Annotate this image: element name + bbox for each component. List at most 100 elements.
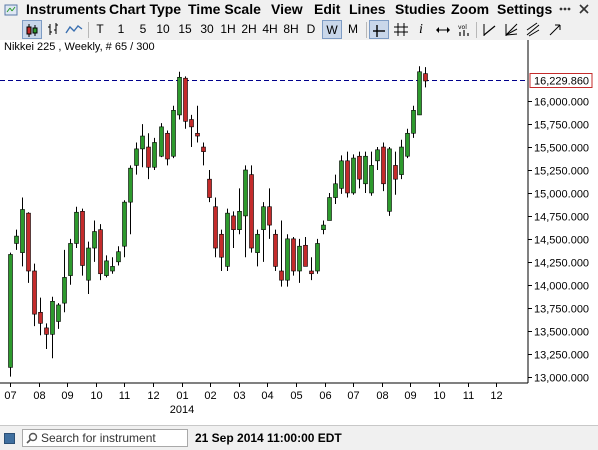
candle-body — [333, 183, 338, 198]
candle-body — [219, 233, 224, 258]
candle-body — [26, 212, 31, 272]
candle-body — [152, 142, 157, 168]
y-tick-label: 15,000.000 — [534, 189, 589, 201]
menu-studies[interactable]: Studies — [395, 1, 446, 18]
main-toolbar: Instruments Chart Type Time Scale View E… — [0, 0, 598, 41]
scroll-icon[interactable] — [434, 20, 452, 39]
timeframe-2h[interactable]: 2H — [239, 20, 259, 39]
candle-body — [321, 224, 326, 230]
volume-icon[interactable]: vol — [455, 20, 473, 39]
status-datetime: 21 Sep 2014 11:00:00 EDT — [195, 431, 342, 445]
menu-chart-type[interactable]: Chart Type — [109, 1, 181, 18]
menu-bar: Instruments Chart Type Time Scale View E… — [0, 0, 598, 20]
candle-body — [273, 233, 278, 267]
menu-zoom[interactable]: Zoom — [451, 1, 489, 18]
candle-body — [98, 229, 103, 275]
candle-body — [261, 206, 266, 230]
candle-body — [303, 244, 308, 267]
y-tick-label: 14,500.000 — [534, 235, 589, 247]
candle-body — [339, 160, 344, 189]
candle-body — [357, 155, 362, 180]
candle-body — [369, 165, 374, 194]
pitchfork-icon[interactable] — [524, 20, 542, 39]
x-tick-label: 05 — [290, 390, 302, 402]
x-tick-label: 08 — [376, 390, 388, 402]
x-tick-label: 12 — [147, 390, 159, 402]
x-tick-label: 11 — [463, 390, 474, 402]
text-icon[interactable]: i — [414, 20, 428, 39]
candle-body — [405, 132, 410, 157]
timeframe-15[interactable]: 15 — [175, 20, 195, 39]
candle-body — [315, 243, 320, 272]
candle-body — [309, 270, 314, 275]
candle-body — [128, 167, 133, 203]
timeframe-m[interactable]: M — [344, 20, 362, 39]
menu-view[interactable]: View — [271, 1, 303, 18]
timeframe-4h[interactable]: 4H — [260, 20, 280, 39]
candle-body — [393, 165, 398, 180]
x-tick-label: 01 — [176, 390, 188, 402]
candle-body — [279, 270, 284, 281]
timeframe-d[interactable]: D — [302, 20, 320, 39]
menu-time-scale[interactable]: Time Scale — [188, 1, 261, 18]
y-tick-label: 13,500.000 — [534, 327, 589, 339]
candle-body — [104, 260, 109, 276]
timeframe-10[interactable]: 10 — [153, 20, 173, 39]
menu-edit[interactable]: Edit — [314, 1, 340, 18]
candlestick-icon[interactable] — [22, 20, 42, 39]
search-input[interactable] — [41, 430, 181, 446]
candle-body — [165, 132, 170, 160]
y-tick-label: 15,750.000 — [534, 120, 589, 132]
candle-body — [68, 243, 73, 276]
candle-body — [140, 135, 145, 150]
y-tick-label: 14,750.000 — [534, 212, 589, 224]
status-bar: 21 Sep 2014 11:00:00 EDT — [0, 425, 598, 450]
timeframe-30[interactable]: 30 — [197, 20, 217, 39]
instrument-search[interactable] — [22, 429, 188, 447]
candle-body — [116, 251, 121, 263]
x-tick-label: 10 — [90, 390, 102, 402]
last-price-label: 16,229.860 — [534, 76, 589, 88]
y-tick-label: 13,250.000 — [534, 350, 589, 362]
candle-body — [351, 157, 356, 194]
menu-instruments[interactable]: Instruments — [26, 1, 106, 18]
timeframe-t[interactable]: T — [92, 20, 108, 39]
candle-body — [44, 327, 49, 335]
timeframe-1[interactable]: 1 — [114, 20, 128, 39]
bar-chart-icon[interactable] — [44, 20, 62, 39]
timeframe-5[interactable]: 5 — [136, 20, 150, 39]
y-tick-label: 16,000.000 — [534, 97, 589, 109]
candle-body — [177, 76, 182, 116]
candle-body — [267, 206, 272, 226]
candle-body — [14, 235, 19, 244]
y-tick-label: 13,000.000 — [534, 373, 589, 385]
chart-title: Nikkei 225 , Weekly, # 65 / 300 — [4, 41, 155, 53]
more-tools-icon[interactable] — [546, 20, 564, 39]
tool-bar: T 1 5 10 15 30 1H 2H 4H 8H D W M i vol — [0, 20, 598, 40]
more-icon[interactable] — [559, 3, 571, 18]
menu-lines[interactable]: Lines — [349, 1, 386, 18]
line-chart-icon[interactable] — [64, 20, 84, 39]
candlestick-chart[interactable]: 13,000.000 13,250.000 13,500.000 13,750.000… — [0, 40, 598, 425]
y-tick-label: 14,250.000 — [534, 258, 589, 270]
chart-area[interactable]: 13,000.000 13,250.000 13,500.000 13,750.000… — [0, 40, 598, 425]
y-tick-label: 15,500.000 — [534, 143, 589, 155]
x-tick-label: 11 — [119, 390, 130, 402]
candle-body — [32, 270, 37, 315]
y-tick-label: 13,750.000 — [534, 304, 589, 316]
close-icon[interactable] — [578, 3, 590, 18]
candle-body — [74, 211, 79, 244]
x-tick-label: 07 — [347, 390, 359, 402]
color-swatch-icon[interactable] — [4, 433, 15, 444]
candle-body — [134, 148, 139, 166]
timeframe-w[interactable]: W — [322, 20, 342, 39]
trend-line-icon[interactable] — [480, 20, 498, 39]
timeframe-8h[interactable]: 8H — [281, 20, 301, 39]
menu-settings[interactable]: Settings — [497, 1, 552, 18]
timeframe-1h[interactable]: 1H — [218, 20, 238, 39]
grid-icon[interactable] — [392, 20, 410, 39]
candle-body — [146, 146, 151, 168]
crosshair-icon[interactable] — [369, 20, 389, 39]
app-menu-icon[interactable] — [4, 3, 18, 20]
fibonacci-icon[interactable] — [502, 20, 520, 39]
